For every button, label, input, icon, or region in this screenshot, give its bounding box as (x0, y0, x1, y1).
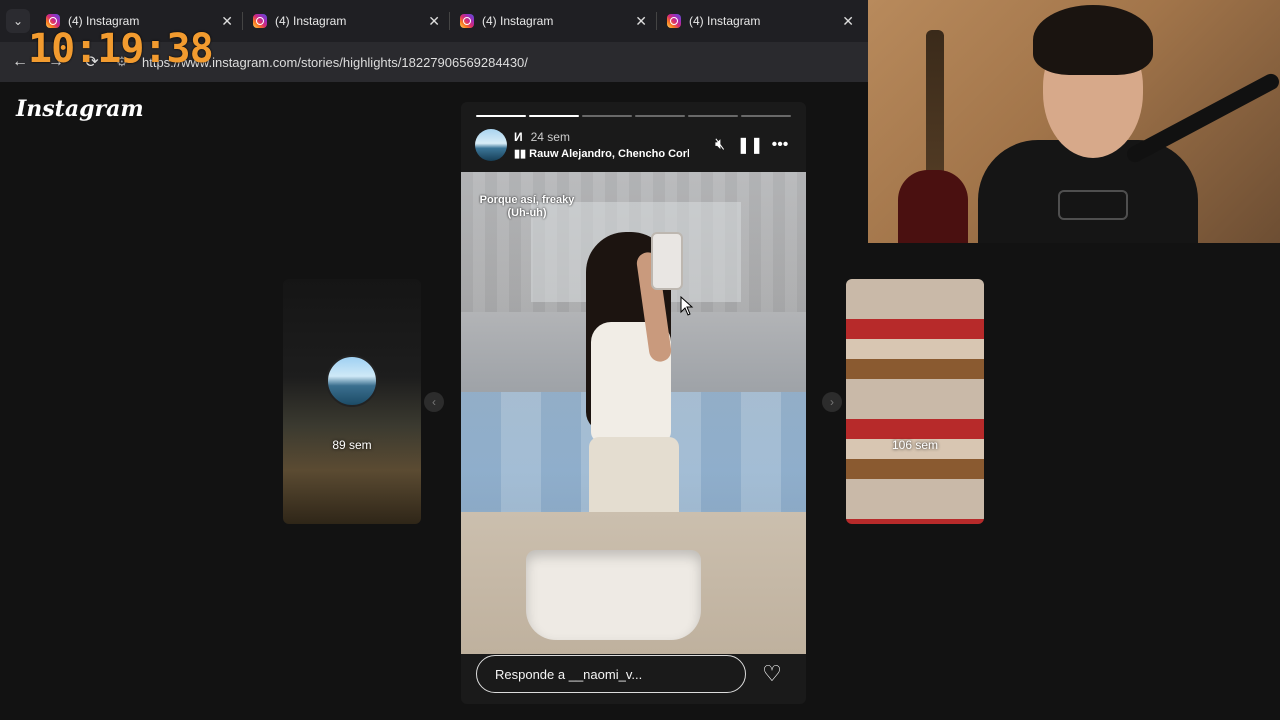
webcam-overlay (868, 0, 1280, 243)
progress-segment (688, 115, 738, 117)
progress-segment (582, 115, 632, 117)
story-age: 89 sem (332, 438, 372, 452)
reply-bar: Responde a __naomi_v... ♡ (476, 654, 796, 694)
browser-tab[interactable]: (4) Instagram ✕ (657, 0, 864, 42)
story-progress-bar (476, 115, 791, 117)
sink (526, 550, 701, 640)
more-options-icon[interactable]: ••• (765, 130, 795, 160)
avatar (326, 355, 378, 407)
next-story-preview[interactable]: 106 sem (846, 279, 984, 524)
tab-title: (4) Instagram (482, 14, 554, 28)
browser-tab[interactable]: (4) Instagram ✕ (450, 0, 657, 42)
story-username[interactable]: И (514, 130, 523, 144)
clock-overlay: 10:19:38 (28, 26, 214, 72)
instagram-favicon-icon (667, 14, 681, 28)
story-time: 24 sem (530, 130, 570, 144)
avatar[interactable] (475, 129, 507, 161)
close-icon[interactable]: ✕ (428, 13, 440, 30)
instagram-favicon-icon (460, 14, 474, 28)
instagram-favicon-icon (253, 14, 267, 28)
story-meta: И 24 sem ▮▮ Rauw Alejandro, Chencho Corl… (514, 130, 705, 160)
person-figure (571, 232, 701, 522)
progress-segment (529, 115, 579, 117)
previous-story-preview[interactable]: 89 sem (283, 279, 421, 524)
microphone-arm (1124, 71, 1280, 165)
shirt-print (1058, 190, 1128, 220)
tab-title: (4) Instagram (275, 14, 347, 28)
story-caption: Porque así, freaky (Uh-uh) (479, 194, 575, 219)
heart-icon[interactable]: ♡ (760, 661, 784, 686)
chevron-right-icon[interactable]: › (822, 392, 842, 412)
story-viewer[interactable]: И 24 sem ▮▮ Rauw Alejandro, Chencho Corl… (461, 102, 806, 704)
chevron-down-icon: ⌄ (6, 9, 30, 33)
person-hair (1033, 5, 1153, 75)
progress-segment (741, 115, 791, 117)
close-icon[interactable]: ✕ (221, 13, 233, 30)
mute-icon[interactable]: 🔇︎ (705, 130, 735, 160)
progress-segment (635, 115, 685, 117)
close-icon[interactable]: ✕ (635, 13, 647, 30)
tab-title: (4) Instagram (689, 14, 761, 28)
story-photo: Porque así, freaky (Uh-uh) (461, 172, 806, 654)
pause-icon[interactable]: ❚❚ (735, 130, 765, 160)
browser-tab[interactable]: (4) Instagram ✕ (243, 0, 450, 42)
reply-input[interactable]: Responde a __naomi_v... (476, 655, 746, 693)
instagram-logo[interactable]: Instagram (16, 96, 144, 122)
story-music[interactable]: Rauw Alejandro, Chencho Corleone (529, 148, 689, 160)
story-age: 106 sem (891, 438, 939, 452)
close-icon[interactable]: ✕ (842, 13, 854, 30)
story-header: И 24 sem ▮▮ Rauw Alejandro, Chencho Corl… (475, 128, 795, 162)
guitar-body (898, 170, 968, 243)
progress-segment (476, 115, 526, 117)
mouse-cursor-icon (680, 296, 694, 316)
chevron-left-icon[interactable]: ‹ (424, 392, 444, 412)
music-icon: ▮▮ (514, 148, 530, 160)
